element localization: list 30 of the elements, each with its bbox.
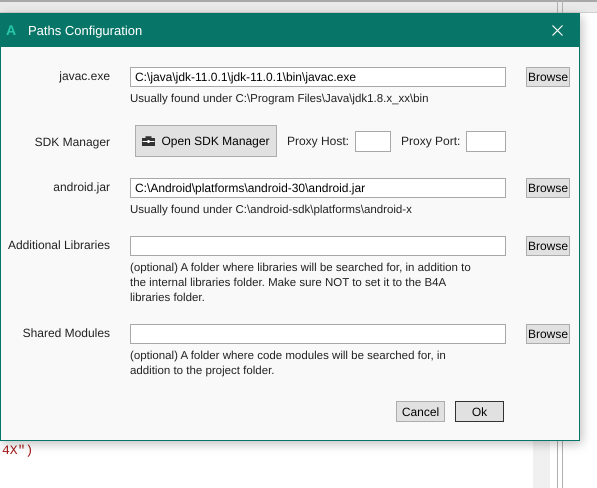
field-label: javac.exe xyxy=(58,68,110,85)
browse-button[interactable]: Browse xyxy=(526,67,570,87)
hint-text: (optional) A folder where code modules will be searched for, in addition to the project folder. xyxy=(130,349,447,379)
hint-text: Usually found under C:\Program Files\Java\jdk1.8.x_xx\bin xyxy=(130,92,430,107)
field-label: SDK Manager xyxy=(34,134,110,149)
proxy-label: Proxy Host: xyxy=(287,134,350,148)
browse-button[interactable]: Browse xyxy=(526,324,570,344)
close-icon xyxy=(552,24,562,36)
hint-text: (optional) A folder where libraries will be searched for, in addition to the internal libraries folder. Make sure NOT to set it to the B4A libraries folder. xyxy=(130,261,472,306)
browse-button[interactable]: Browse xyxy=(526,236,570,256)
dialog-button[interactable]: Ok xyxy=(455,401,504,422)
app-logo: A xyxy=(6,22,18,38)
window-title: Paths Configuration xyxy=(28,22,142,38)
proxy-label: Proxy Port: xyxy=(401,134,460,148)
path-field[interactable] xyxy=(130,324,506,344)
field-label: Additional Libraries xyxy=(6,237,110,254)
field-label: Shared Modules xyxy=(22,325,110,342)
open-sdk-manager-button[interactable]: Open SDK Manager xyxy=(135,125,277,157)
proxy-field[interactable] xyxy=(466,130,506,152)
path-field[interactable]: C:\Android\platforms\android-30\android.jar xyxy=(130,178,506,198)
path-field[interactable] xyxy=(130,236,506,256)
field-label: android.jar xyxy=(52,179,110,196)
proxy-field[interactable] xyxy=(355,130,392,152)
hint-text: Usually found under C:\android-sdk\platforms\android-x xyxy=(130,203,413,218)
scroll-bar[interactable] xyxy=(533,441,550,488)
dialog-button[interactable]: Cancel xyxy=(396,401,445,422)
code-text: 4X") xyxy=(2,443,34,458)
toolbox-icon xyxy=(142,136,156,146)
path-field[interactable]: C:\java\jdk-11.0.1\jdk-11.0.1\bin\javac.exe xyxy=(130,67,506,87)
browse-button[interactable]: Browse xyxy=(526,178,570,198)
